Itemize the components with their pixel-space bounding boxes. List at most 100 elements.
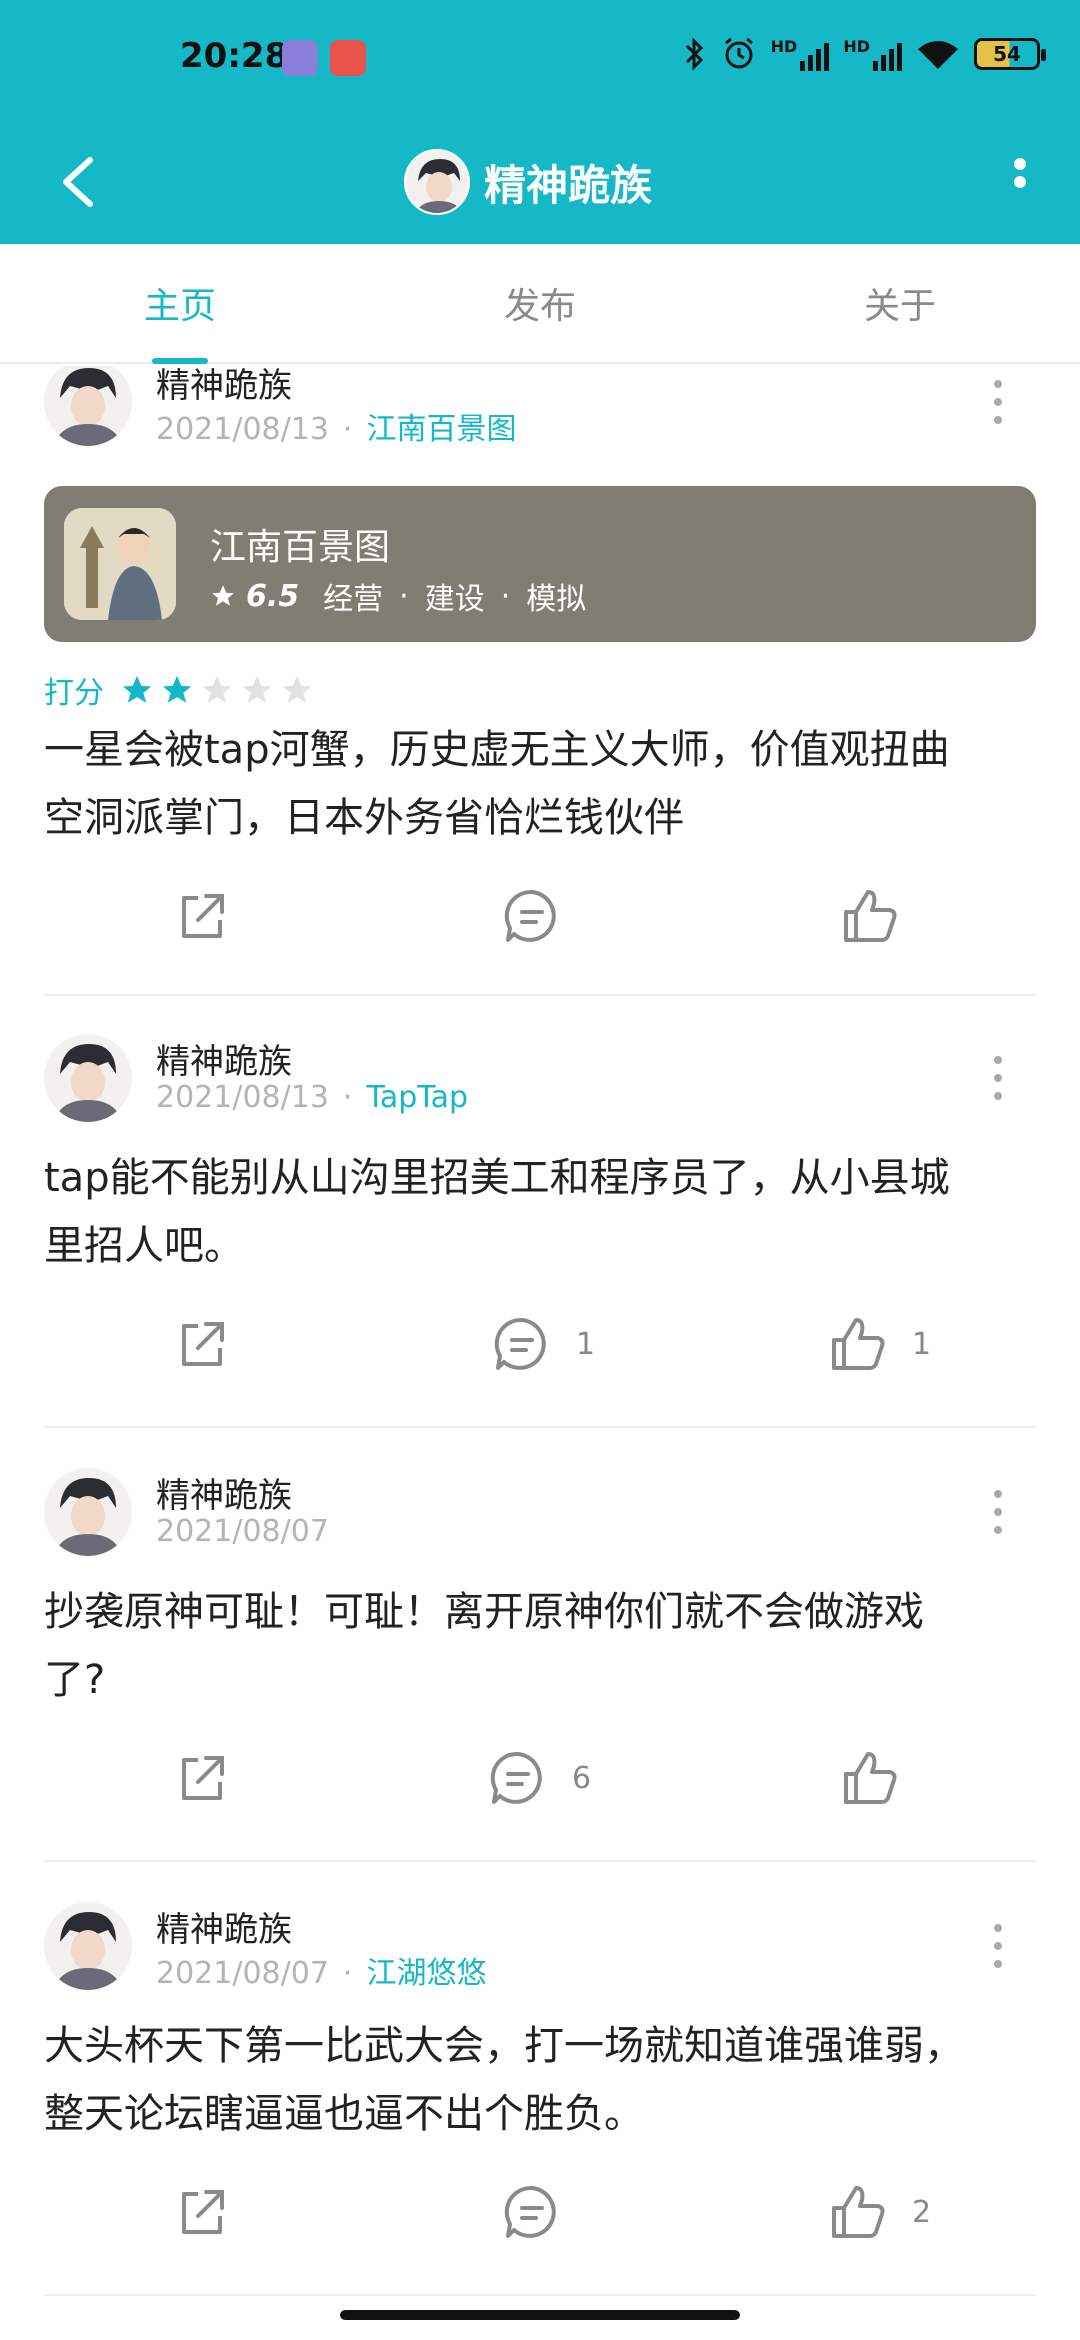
comment-button[interactable] (500, 2172, 586, 2252)
signal-icon: HD (843, 37, 902, 71)
post-feed[interactable]: 精神跪族 2021/08/13 · 江南百景图 江南百景图 6.5 经营 · 建设 … (0, 366, 1080, 2316)
post-text[interactable]: 抄袭原神可耻！可耻！离开原神你们就不会做游戏 了? (44, 1578, 1044, 1714)
post-meta: 2021/08/07 (156, 1514, 329, 1549)
post-meta: 2021/08/07 · 江湖悠悠 (156, 1956, 487, 1991)
game-genre: 建设 (424, 582, 485, 617)
tab-bar: 主页 发布 关于 (0, 244, 1080, 364)
comment-button[interactable]: 6 (486, 1738, 591, 1818)
author-name[interactable]: 精神跪族 (156, 1902, 292, 1951)
comment-icon (490, 1751, 542, 1804)
signal-icon: HD (771, 37, 830, 71)
more-vertical-icon[interactable] (988, 1048, 1008, 1108)
game-genre: 经营 (323, 582, 384, 617)
share-button[interactable] (170, 2172, 234, 2252)
game-info: 6.5 经营 · 建设 · 模拟 (210, 574, 586, 618)
divider (44, 994, 1036, 996)
profile-title: 精神跪族 (404, 134, 652, 230)
like-count: 1 (912, 1326, 932, 1362)
avatar (404, 149, 470, 215)
star-icon (282, 675, 312, 703)
star-icon (242, 675, 272, 703)
game-score: 6.5 (246, 578, 300, 614)
battery-icon: 54 (974, 38, 1046, 70)
game-card[interactable]: 江南百景图 6.5 经营 · 建设 · 模拟 (44, 486, 1036, 642)
share-icon (182, 2190, 224, 2234)
comment-count: 1 (576, 1326, 596, 1362)
post-tag[interactable]: 江湖悠悠 (366, 1956, 486, 1991)
comment-icon (504, 889, 556, 942)
page-title: 精神跪族 (484, 160, 653, 210)
back-arrow-icon[interactable] (40, 142, 120, 222)
like-button[interactable]: 1 (826, 1304, 931, 1384)
like-button[interactable] (838, 876, 924, 956)
navigation-bar: 精神跪族 (0, 120, 1080, 244)
thumbs-up-icon (832, 2186, 885, 2238)
author-name[interactable]: 精神跪族 (156, 366, 292, 407)
comment-button[interactable] (500, 876, 586, 956)
star-icon (162, 675, 192, 703)
avatar[interactable] (44, 1902, 132, 1990)
thumbs-up-icon (832, 1318, 885, 1370)
share-button[interactable] (170, 1738, 234, 1818)
tab-about[interactable]: 关于 (720, 244, 1080, 362)
app-notification-icon (330, 40, 366, 76)
comment-icon (504, 2185, 556, 2238)
share-button[interactable] (170, 1304, 234, 1384)
comment-button[interactable]: 1 (490, 1304, 595, 1384)
post-date: 2021/08/07 (156, 1514, 329, 1549)
like-button[interactable]: 2 (826, 2172, 931, 2252)
share-icon (182, 1322, 224, 1366)
rating-label: 打分 (44, 676, 104, 711)
rating: 打分 (44, 668, 314, 712)
like-button[interactable] (838, 1738, 924, 1818)
avatar[interactable] (44, 1034, 132, 1122)
share-icon (182, 894, 224, 938)
divider (44, 1860, 1036, 1862)
author-name[interactable]: 精神跪族 (156, 1034, 292, 1083)
post-text[interactable]: tap能不能别从山沟里招美工和程序员了，从小县城 里招人吧。 (44, 1144, 1044, 1280)
game-icon (64, 508, 176, 620)
divider (44, 1426, 1036, 1428)
wifi-icon (918, 41, 958, 69)
post-date: 2021/08/13 (156, 1080, 329, 1115)
star-icon (212, 585, 234, 606)
post-actions: 2 (0, 2172, 1080, 2252)
post-actions: 6 (0, 1738, 1080, 1818)
post-actions: 1 1 (0, 1304, 1080, 1384)
post-header: 精神跪族 2021/08/13 · TapTap (44, 1034, 1044, 1124)
share-button[interactable] (170, 876, 234, 956)
more-vertical-icon[interactable] (990, 140, 1050, 220)
app-header: 20:28 HD HD 54 精神跪族 (0, 0, 1080, 244)
avatar[interactable] (44, 1468, 132, 1556)
tab-posts[interactable]: 发布 (360, 244, 720, 362)
status-bar: 20:28 HD HD 54 (0, 0, 1080, 120)
post-meta: 2021/08/13 · TapTap (156, 1080, 469, 1115)
divider (44, 2294, 1036, 2296)
star-icon (122, 675, 152, 703)
tab-home[interactable]: 主页 (0, 244, 360, 362)
bluetooth-icon (685, 37, 703, 71)
post-text[interactable]: 一星会被tap河蟹，历史虚无主义大师，价值观扭曲 空洞派掌门，日本外务省恰烂钱伙… (44, 716, 1044, 852)
post-header: 精神跪族 2021/08/07 · 江湖悠悠 (44, 1902, 1044, 1992)
like-count: 2 (912, 2194, 932, 2230)
share-icon (182, 1756, 224, 1800)
more-vertical-icon[interactable] (988, 1916, 1008, 1976)
post-tag[interactable]: TapTap (366, 1080, 468, 1115)
post-header: 精神跪族 2021/08/07 (44, 1468, 1044, 1558)
thumbs-up-icon (844, 1752, 897, 1804)
avatar[interactable] (44, 366, 132, 446)
post-date: 2021/08/07 (156, 1956, 329, 1991)
post-text[interactable]: 大头杯天下第一比武大会，打一场就知道谁强谁弱， 整天论坛瞎逼逼也逼不出个胜负。 (44, 2012, 1044, 2148)
author-name[interactable]: 精神跪族 (156, 1468, 292, 1517)
post-tag[interactable]: 江南百景图 (366, 412, 516, 447)
status-icons: HD HD 54 (683, 36, 1046, 72)
more-vertical-icon[interactable] (988, 372, 1008, 432)
app-notification-icon (282, 40, 318, 76)
comment-icon (494, 1317, 546, 1370)
more-vertical-icon[interactable] (988, 1482, 1008, 1542)
post-header: 精神跪族 2021/08/13 · 江南百景图 (44, 366, 1044, 448)
status-time: 20:28 (180, 36, 289, 76)
home-indicator[interactable] (340, 2310, 740, 2320)
comment-count: 6 (572, 1760, 592, 1796)
alarm-icon (724, 37, 753, 69)
